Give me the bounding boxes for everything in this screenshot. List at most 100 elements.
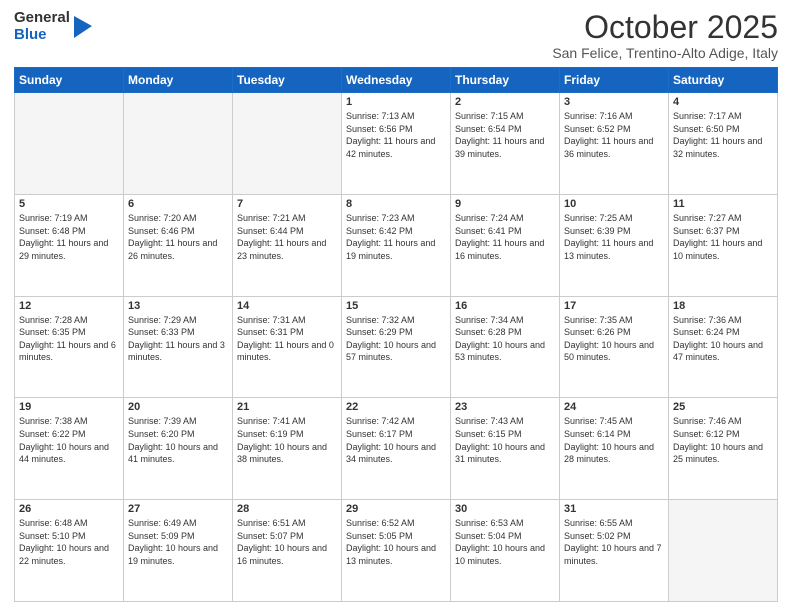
table-row: 30Sunrise: 6:53 AM Sunset: 5:04 PM Dayli… <box>451 500 560 602</box>
calendar-week-row: 19 Sunrise: 7:38 AM Sunset: 6:22 PM Dayli… <box>15 398 778 500</box>
table-row: 1 Sunrise: 7:13 AM Sunset: 6:56 PM Daylig… <box>342 93 451 195</box>
day-info: Sunrise: 7:34 AM Sunset: 6:28 PM Dayligh… <box>455 314 555 364</box>
col-tuesday: Tuesday <box>233 68 342 93</box>
table-row <box>233 93 342 195</box>
day-info: Sunrise: 7:39 AM Sunset: 6:20 PM Dayligh… <box>128 415 228 465</box>
day-number: 7 <box>237 198 337 210</box>
day-info: Sunrise: 7:38 AM Sunset: 6:22 PM Dayligh… <box>19 415 119 465</box>
table-row: 6 Sunrise: 7:20 AM Sunset: 6:46 PM Daylig… <box>124 194 233 296</box>
day-number: 31 <box>564 503 664 515</box>
col-sunday: Sunday <box>15 68 124 93</box>
table-row: 23Sunrise: 7:43 AM Sunset: 6:15 PM Dayli… <box>451 398 560 500</box>
day-info: Sunrise: 7:43 AM Sunset: 6:15 PM Dayligh… <box>455 415 555 465</box>
table-row: 10 Sunrise: 7:25 AM Sunset: 6:39 PM Dayli… <box>560 194 669 296</box>
day-info: Sunrise: 7:13 AM Sunset: 6:56 PM Dayligh… <box>346 110 446 160</box>
table-row: 9Sunrise: 7:24 AM Sunset: 6:41 PM Daylig… <box>451 194 560 296</box>
day-number: 17 <box>564 300 664 312</box>
calendar-header-row: Sunday Monday Tuesday Wednesday Thursday… <box>15 68 778 93</box>
location: San Felice, Trentino-Alto Adige, Italy <box>552 45 778 61</box>
day-info: Sunrise: 7:42 AM Sunset: 6:17 PM Dayligh… <box>346 415 446 465</box>
day-info: Sunrise: 6:49 AM Sunset: 5:09 PM Dayligh… <box>128 517 228 567</box>
day-number: 5 <box>19 198 119 210</box>
table-row: 18Sunrise: 7:36 AM Sunset: 6:24 PM Dayli… <box>669 296 778 398</box>
day-number: 29 <box>346 503 446 515</box>
day-info: Sunrise: 6:55 AM Sunset: 5:02 PM Dayligh… <box>564 517 664 567</box>
col-friday: Friday <box>560 68 669 93</box>
day-info: Sunrise: 7:20 AM Sunset: 6:46 PM Dayligh… <box>128 212 228 262</box>
table-row: 24 Sunrise: 7:45 AM Sunset: 6:14 PM Dayli… <box>560 398 669 500</box>
calendar-week-row: 12 Sunrise: 7:28 AM Sunset: 6:35 PM Dayli… <box>15 296 778 398</box>
day-number: 16 <box>455 300 555 312</box>
day-info: Sunrise: 7:19 AM Sunset: 6:48 PM Dayligh… <box>19 212 119 262</box>
col-saturday: Saturday <box>669 68 778 93</box>
table-row <box>669 500 778 602</box>
day-number: 20 <box>128 401 228 413</box>
day-info: Sunrise: 7:46 AM Sunset: 6:12 PM Dayligh… <box>673 415 773 465</box>
day-number: 22 <box>346 401 446 413</box>
day-number: 25 <box>673 401 773 413</box>
table-row: 16 Sunrise: 7:34 AM Sunset: 6:28 PM Dayli… <box>451 296 560 398</box>
day-info: Sunrise: 7:17 AM Sunset: 6:50 PM Dayligh… <box>673 110 773 160</box>
day-number: 21 <box>237 401 337 413</box>
table-row: 13Sunrise: 7:29 AM Sunset: 6:33 PM Dayli… <box>124 296 233 398</box>
day-number: 30 <box>455 503 555 515</box>
day-info: Sunrise: 7:28 AM Sunset: 6:35 PM Dayligh… <box>19 314 119 364</box>
day-number: 15 <box>346 300 446 312</box>
day-info: Sunrise: 6:51 AM Sunset: 5:07 PM Dayligh… <box>237 517 337 567</box>
page: General Blue October 2025 San Felice, Tr… <box>0 0 792 612</box>
day-number: 18 <box>673 300 773 312</box>
table-row: 14Sunrise: 7:31 AM Sunset: 6:31 PM Dayli… <box>233 296 342 398</box>
day-number: 12 <box>19 300 119 312</box>
table-row: 8Sunrise: 7:23 AM Sunset: 6:42 PM Daylig… <box>342 194 451 296</box>
day-info: Sunrise: 7:21 AM Sunset: 6:44 PM Dayligh… <box>237 212 337 262</box>
day-number: 13 <box>128 300 228 312</box>
logo-icon <box>74 16 92 38</box>
table-row: 15 Sunrise: 7:32 AM Sunset: 6:29 PM Dayli… <box>342 296 451 398</box>
table-row: 17 Sunrise: 7:35 AM Sunset: 6:26 PM Dayli… <box>560 296 669 398</box>
day-info: Sunrise: 7:41 AM Sunset: 6:19 PM Dayligh… <box>237 415 337 465</box>
table-row: 29 Sunrise: 6:52 AM Sunset: 5:05 PM Dayli… <box>342 500 451 602</box>
table-row: 20 Sunrise: 7:39 AM Sunset: 6:20 PM Dayli… <box>124 398 233 500</box>
day-info: Sunrise: 6:48 AM Sunset: 5:10 PM Dayligh… <box>19 517 119 567</box>
day-number: 3 <box>564 96 664 108</box>
day-info: Sunrise: 7:25 AM Sunset: 6:39 PM Dayligh… <box>564 212 664 262</box>
table-row: 11Sunrise: 7:27 AM Sunset: 6:37 PM Dayli… <box>669 194 778 296</box>
day-number: 11 <box>673 198 773 210</box>
day-number: 26 <box>19 503 119 515</box>
day-number: 28 <box>237 503 337 515</box>
table-row: 28 Sunrise: 6:51 AM Sunset: 5:07 PM Dayli… <box>233 500 342 602</box>
table-row: 31 Sunrise: 6:55 AM Sunset: 5:02 PM Dayli… <box>560 500 669 602</box>
day-number: 1 <box>346 96 446 108</box>
day-info: Sunrise: 7:16 AM Sunset: 6:52 PM Dayligh… <box>564 110 664 160</box>
table-row <box>15 93 124 195</box>
day-info: Sunrise: 7:31 AM Sunset: 6:31 PM Dayligh… <box>237 314 337 364</box>
table-row: 7 Sunrise: 7:21 AM Sunset: 6:44 PM Daylig… <box>233 194 342 296</box>
logo: General Blue <box>14 10 92 43</box>
logo-text: General Blue <box>14 10 70 43</box>
table-row <box>124 93 233 195</box>
day-info: Sunrise: 7:23 AM Sunset: 6:42 PM Dayligh… <box>346 212 446 262</box>
day-number: 19 <box>19 401 119 413</box>
day-number: 10 <box>564 198 664 210</box>
day-info: Sunrise: 6:52 AM Sunset: 5:05 PM Dayligh… <box>346 517 446 567</box>
month-title: October 2025 <box>552 10 778 45</box>
logo-blue: Blue <box>14 27 70 44</box>
title-block: October 2025 San Felice, Trentino-Alto A… <box>552 10 778 61</box>
day-info: Sunrise: 7:35 AM Sunset: 6:26 PM Dayligh… <box>564 314 664 364</box>
day-info: Sunrise: 7:45 AM Sunset: 6:14 PM Dayligh… <box>564 415 664 465</box>
table-row: 5 Sunrise: 7:19 AM Sunset: 6:48 PM Daylig… <box>15 194 124 296</box>
col-wednesday: Wednesday <box>342 68 451 93</box>
day-number: 6 <box>128 198 228 210</box>
table-row: 26 Sunrise: 6:48 AM Sunset: 5:10 PM Dayli… <box>15 500 124 602</box>
calendar-week-row: 5 Sunrise: 7:19 AM Sunset: 6:48 PM Daylig… <box>15 194 778 296</box>
table-row: 27 Sunrise: 6:49 AM Sunset: 5:09 PM Dayli… <box>124 500 233 602</box>
table-row: 3 Sunrise: 7:16 AM Sunset: 6:52 PM Daylig… <box>560 93 669 195</box>
day-number: 27 <box>128 503 228 515</box>
table-row: 22 Sunrise: 7:42 AM Sunset: 6:17 PM Dayli… <box>342 398 451 500</box>
col-thursday: Thursday <box>451 68 560 93</box>
day-number: 24 <box>564 401 664 413</box>
day-info: Sunrise: 7:32 AM Sunset: 6:29 PM Dayligh… <box>346 314 446 364</box>
table-row: 19 Sunrise: 7:38 AM Sunset: 6:22 PM Dayli… <box>15 398 124 500</box>
calendar-week-row: 1 Sunrise: 7:13 AM Sunset: 6:56 PM Daylig… <box>15 93 778 195</box>
table-row: 4Sunrise: 7:17 AM Sunset: 6:50 PM Daylig… <box>669 93 778 195</box>
